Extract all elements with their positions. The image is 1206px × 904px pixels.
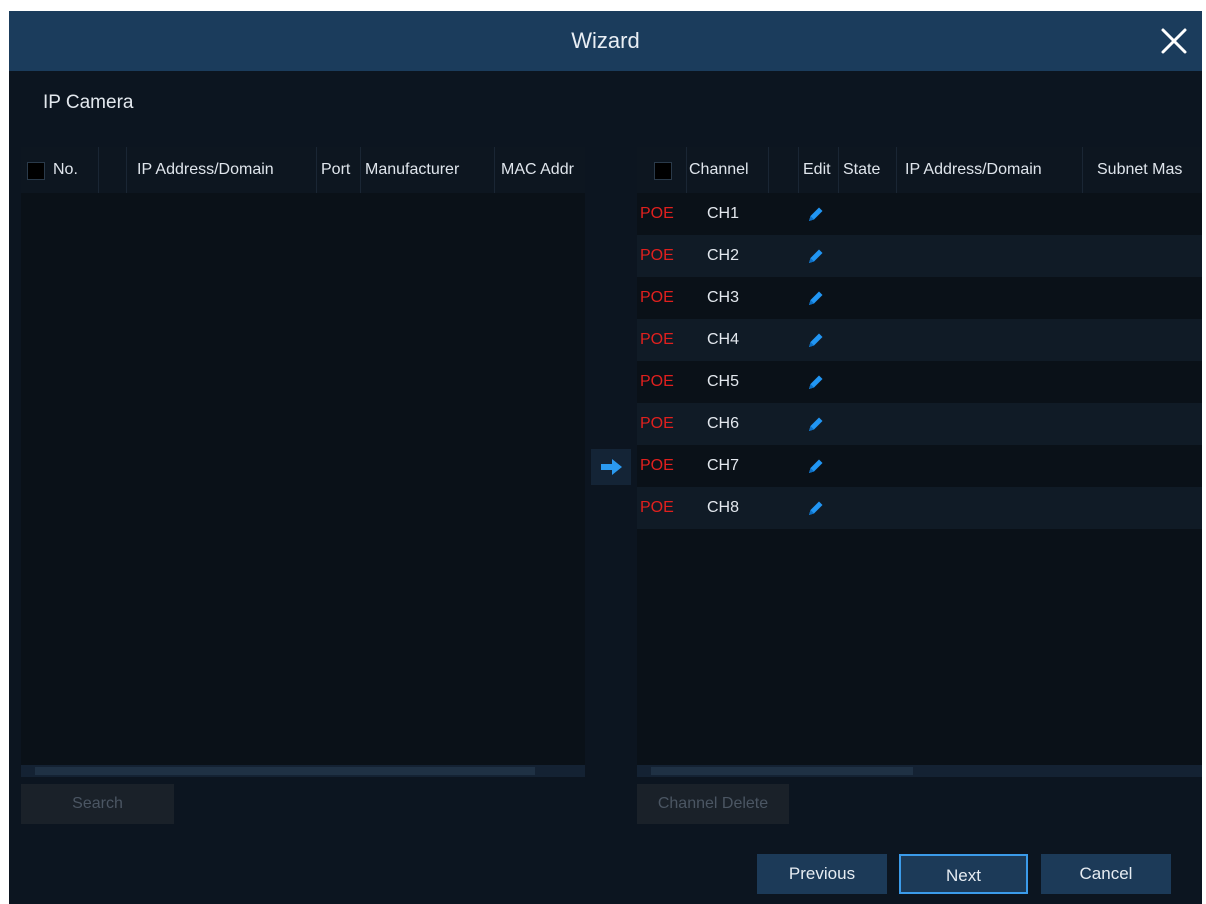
select-all-devices-checkbox[interactable] bbox=[27, 162, 45, 180]
channel-label: CH2 bbox=[707, 247, 740, 264]
pencil-icon[interactable] bbox=[807, 415, 825, 433]
channel-list-header: Channel Edit State IP Address/Domain Sub… bbox=[637, 147, 1202, 193]
device-list-panel: No. IP Address/Domain Port Manufacturer … bbox=[21, 147, 585, 777]
pencil-icon[interactable] bbox=[807, 373, 825, 391]
title-bar: Wizard bbox=[9, 11, 1202, 71]
poe-label: POE bbox=[640, 499, 674, 516]
channel-label: CH7 bbox=[707, 457, 740, 474]
scroll-thumb[interactable] bbox=[35, 767, 535, 775]
close-button[interactable] bbox=[1158, 25, 1190, 57]
channel-row[interactable]: POE CH8 bbox=[637, 487, 1202, 529]
channel-label: CH8 bbox=[707, 499, 740, 516]
device-list-header: No. IP Address/Domain Port Manufacturer … bbox=[21, 147, 585, 193]
channel-label: CH3 bbox=[707, 289, 740, 306]
channel-label: CH5 bbox=[707, 373, 740, 390]
poe-label: POE bbox=[640, 373, 674, 390]
col-ip-address[interactable]: IP Address/Domain bbox=[897, 147, 1083, 193]
channel-list-panel: Channel Edit State IP Address/Domain Sub… bbox=[637, 147, 1202, 777]
channel-row[interactable]: POE CH6 bbox=[637, 403, 1202, 445]
col-mac-address[interactable]: MAC Addr bbox=[495, 147, 585, 193]
col-channel[interactable]: Channel bbox=[687, 147, 769, 193]
pencil-icon[interactable] bbox=[807, 247, 825, 265]
pencil-icon[interactable] bbox=[807, 457, 825, 475]
poe-label: POE bbox=[640, 247, 674, 264]
next-button[interactable]: Next bbox=[899, 854, 1028, 894]
channel-row[interactable]: POE CH7 bbox=[637, 445, 1202, 487]
wizard-window: Wizard IP Camera No. IP Address/Domain P… bbox=[9, 11, 1202, 904]
channel-row[interactable]: POE CH2 bbox=[637, 235, 1202, 277]
channel-label: CH6 bbox=[707, 415, 740, 432]
col-ip-address[interactable]: IP Address/Domain bbox=[127, 147, 317, 193]
section-title: IP Camera bbox=[43, 92, 134, 113]
scroll-thumb[interactable] bbox=[651, 767, 913, 775]
close-icon bbox=[1161, 28, 1187, 54]
device-list-hscrollbar[interactable] bbox=[21, 765, 585, 777]
pencil-icon[interactable] bbox=[807, 205, 825, 223]
cancel-button[interactable]: Cancel bbox=[1041, 854, 1171, 894]
col-subnet-mask[interactable]: Subnet Mas bbox=[1083, 147, 1202, 193]
select-all-channels-checkbox[interactable] bbox=[654, 162, 672, 180]
poe-label: POE bbox=[640, 289, 674, 306]
col-edit[interactable]: Edit bbox=[799, 147, 839, 193]
channel-row[interactable]: POE CH1 bbox=[637, 193, 1202, 235]
poe-label: POE bbox=[640, 331, 674, 348]
arrow-right-icon bbox=[601, 459, 622, 475]
channel-delete-button[interactable]: Channel Delete bbox=[637, 784, 789, 824]
channel-row[interactable]: POE CH4 bbox=[637, 319, 1202, 361]
previous-button[interactable]: Previous bbox=[757, 854, 887, 894]
pencil-icon[interactable] bbox=[807, 289, 825, 307]
col-blank bbox=[99, 147, 127, 193]
pencil-icon[interactable] bbox=[807, 331, 825, 349]
channel-row[interactable]: POE CH3 bbox=[637, 277, 1202, 319]
channel-list-hscrollbar[interactable] bbox=[637, 765, 1202, 777]
search-button[interactable]: Search bbox=[21, 784, 174, 824]
channel-label: CH4 bbox=[707, 331, 740, 348]
poe-label: POE bbox=[640, 205, 674, 222]
col-blank bbox=[769, 147, 799, 193]
col-port[interactable]: Port bbox=[317, 147, 361, 193]
poe-label: POE bbox=[640, 457, 674, 474]
pencil-icon[interactable] bbox=[807, 499, 825, 517]
add-to-channel-button[interactable] bbox=[591, 449, 631, 485]
channel-label: CH1 bbox=[707, 205, 740, 222]
channel-row[interactable]: POE CH5 bbox=[637, 361, 1202, 403]
window-title: Wizard bbox=[571, 28, 640, 53]
col-select bbox=[637, 147, 687, 193]
col-state[interactable]: State bbox=[839, 147, 897, 193]
col-manufacturer[interactable]: Manufacturer bbox=[361, 147, 495, 193]
poe-label: POE bbox=[640, 415, 674, 432]
col-no[interactable]: No. bbox=[49, 147, 99, 193]
